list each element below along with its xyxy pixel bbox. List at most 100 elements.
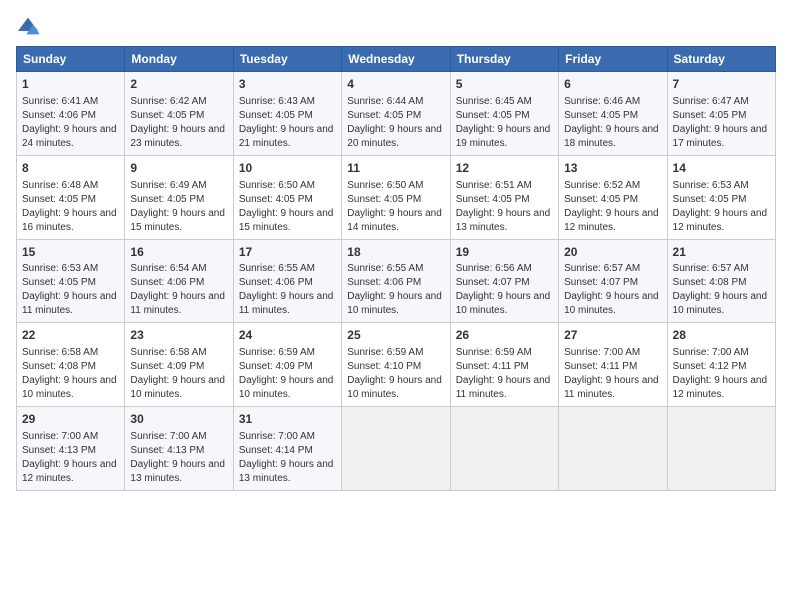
- calendar-cell: 20Sunrise: 6:57 AMSunset: 4:07 PMDayligh…: [559, 239, 667, 323]
- calendar-cell: [559, 407, 667, 491]
- day-detail: Sunrise: 7:00 AMSunset: 4:12 PMDaylight:…: [673, 347, 768, 400]
- day-detail: Sunrise: 6:56 AMSunset: 4:07 PMDaylight:…: [456, 263, 551, 316]
- calendar-cell: 24 Sunrise: 6:59 AMSunset: 4:09 PMDayligh…: [233, 323, 341, 407]
- day-number: 28: [673, 327, 770, 344]
- calendar-row-2: 8Sunrise: 6:48 AMSunset: 4:05 PMDaylight…: [17, 155, 776, 239]
- day-detail: Sunrise: 6:59 AMSunset: 4:10 PMDaylight:…: [347, 347, 442, 400]
- header-wednesday: Wednesday: [342, 47, 450, 72]
- calendar-cell: [342, 407, 450, 491]
- day-detail: Sunrise: 6:51 AMSunset: 4:05 PMDaylight:…: [456, 180, 551, 233]
- calendar-cell: 13 Sunrise: 6:52 AMSunset: 4:05 PMDayligh…: [559, 155, 667, 239]
- calendar-row-5: 29Sunrise: 7:00 AMSunset: 4:13 PMDayligh…: [17, 407, 776, 491]
- day-detail: Sunrise: 6:59 AMSunset: 4:09 PMDaylight:…: [239, 347, 334, 400]
- weekday-header-row: Sunday Monday Tuesday Wednesday Thursday…: [17, 47, 776, 72]
- day-number: 17: [239, 244, 336, 261]
- day-number: 24: [239, 327, 336, 344]
- day-detail: Sunrise: 6:58 AMSunset: 4:08 PMDaylight:…: [22, 347, 117, 400]
- day-detail: Sunrise: 6:47 AMSunset: 4:05 PMDaylight:…: [673, 96, 768, 149]
- calendar-cell: 3 Sunrise: 6:43 AMSunset: 4:05 PMDaylight…: [233, 72, 341, 156]
- calendar-cell: 23Sunrise: 6:58 AMSunset: 4:09 PMDayligh…: [125, 323, 233, 407]
- day-detail: Sunrise: 6:55 AMSunset: 4:06 PMDaylight:…: [347, 263, 442, 316]
- calendar-cell: 12 Sunrise: 6:51 AMSunset: 4:05 PMDayligh…: [450, 155, 558, 239]
- calendar-cell: 1Sunrise: 6:41 AMSunset: 4:06 PMDaylight…: [17, 72, 125, 156]
- day-detail: Sunrise: 6:49 AMSunset: 4:05 PMDaylight:…: [130, 180, 225, 233]
- calendar-cell: 6 Sunrise: 6:46 AMSunset: 4:05 PMDaylight…: [559, 72, 667, 156]
- header-monday: Monday: [125, 47, 233, 72]
- day-detail: Sunrise: 6:58 AMSunset: 4:09 PMDaylight:…: [130, 347, 225, 400]
- calendar-table: Sunday Monday Tuesday Wednesday Thursday…: [16, 46, 776, 491]
- day-number: 18: [347, 244, 444, 261]
- calendar-cell: 9 Sunrise: 6:49 AMSunset: 4:05 PMDaylight…: [125, 155, 233, 239]
- day-number: 22: [22, 327, 119, 344]
- day-detail: Sunrise: 6:50 AMSunset: 4:05 PMDaylight:…: [347, 180, 442, 233]
- calendar-cell: 11 Sunrise: 6:50 AMSunset: 4:05 PMDayligh…: [342, 155, 450, 239]
- day-number: 21: [673, 244, 770, 261]
- calendar-cell: [667, 407, 775, 491]
- day-number: 13: [564, 160, 661, 177]
- day-number: 31: [239, 411, 336, 428]
- day-detail: Sunrise: 6:57 AMSunset: 4:07 PMDaylight:…: [564, 263, 659, 316]
- day-detail: Sunrise: 6:59 AMSunset: 4:11 PMDaylight:…: [456, 347, 551, 400]
- day-number: 30: [130, 411, 227, 428]
- day-detail: Sunrise: 6:52 AMSunset: 4:05 PMDaylight:…: [564, 180, 659, 233]
- calendar-cell: 31Sunrise: 7:00 AMSunset: 4:14 PMDayligh…: [233, 407, 341, 491]
- calendar-cell: 5 Sunrise: 6:45 AMSunset: 4:05 PMDaylight…: [450, 72, 558, 156]
- day-number: 27: [564, 327, 661, 344]
- day-number: 15: [22, 244, 119, 261]
- day-number: 4: [347, 76, 444, 93]
- day-number: 8: [22, 160, 119, 177]
- logo-icon: [16, 16, 40, 36]
- calendar-cell: 7 Sunrise: 6:47 AMSunset: 4:05 PMDaylight…: [667, 72, 775, 156]
- day-number: 14: [673, 160, 770, 177]
- day-detail: Sunrise: 6:53 AMSunset: 4:05 PMDaylight:…: [673, 180, 768, 233]
- day-detail: Sunrise: 6:43 AMSunset: 4:05 PMDaylight:…: [239, 96, 334, 149]
- calendar-cell: 27 Sunrise: 7:00 AMSunset: 4:11 PMDayligh…: [559, 323, 667, 407]
- calendar-row-1: 1Sunrise: 6:41 AMSunset: 4:06 PMDaylight…: [17, 72, 776, 156]
- day-number: 11: [347, 160, 444, 177]
- day-detail: Sunrise: 6:46 AMSunset: 4:05 PMDaylight:…: [564, 96, 659, 149]
- day-detail: Sunrise: 6:50 AMSunset: 4:05 PMDaylight:…: [239, 180, 334, 233]
- calendar-cell: 21 Sunrise: 6:57 AMSunset: 4:08 PMDayligh…: [667, 239, 775, 323]
- day-detail: Sunrise: 7:00 AMSunset: 4:11 PMDaylight:…: [564, 347, 659, 400]
- day-detail: Sunrise: 7:00 AMSunset: 4:13 PMDaylight:…: [130, 431, 225, 484]
- day-detail: Sunrise: 6:54 AMSunset: 4:06 PMDaylight:…: [130, 263, 225, 316]
- header-sunday: Sunday: [17, 47, 125, 72]
- day-number: 25: [347, 327, 444, 344]
- day-number: 6: [564, 76, 661, 93]
- calendar-cell: 26 Sunrise: 6:59 AMSunset: 4:11 PMDayligh…: [450, 323, 558, 407]
- calendar-cell: 28 Sunrise: 7:00 AMSunset: 4:12 PMDayligh…: [667, 323, 775, 407]
- day-number: 7: [673, 76, 770, 93]
- header-thursday: Thursday: [450, 47, 558, 72]
- day-detail: Sunrise: 6:44 AMSunset: 4:05 PMDaylight:…: [347, 96, 442, 149]
- day-number: 5: [456, 76, 553, 93]
- calendar-cell: 25 Sunrise: 6:59 AMSunset: 4:10 PMDayligh…: [342, 323, 450, 407]
- calendar-cell: 10 Sunrise: 6:50 AMSunset: 4:05 PMDayligh…: [233, 155, 341, 239]
- header-saturday: Saturday: [667, 47, 775, 72]
- day-detail: Sunrise: 6:53 AMSunset: 4:05 PMDaylight:…: [22, 263, 117, 316]
- day-number: 2: [130, 76, 227, 93]
- calendar-cell: 16Sunrise: 6:54 AMSunset: 4:06 PMDayligh…: [125, 239, 233, 323]
- day-detail: Sunrise: 6:41 AMSunset: 4:06 PMDaylight:…: [22, 96, 117, 149]
- day-number: 3: [239, 76, 336, 93]
- calendar-cell: 14 Sunrise: 6:53 AMSunset: 4:05 PMDayligh…: [667, 155, 775, 239]
- calendar-row-3: 15 Sunrise: 6:53 AMSunset: 4:05 PMDayligh…: [17, 239, 776, 323]
- day-number: 9: [130, 160, 227, 177]
- day-detail: Sunrise: 6:57 AMSunset: 4:08 PMDaylight:…: [673, 263, 768, 316]
- day-number: 12: [456, 160, 553, 177]
- day-number: 19: [456, 244, 553, 261]
- day-detail: Sunrise: 6:45 AMSunset: 4:05 PMDaylight:…: [456, 96, 551, 149]
- day-number: 10: [239, 160, 336, 177]
- calendar-cell: 19 Sunrise: 6:56 AMSunset: 4:07 PMDayligh…: [450, 239, 558, 323]
- header-friday: Friday: [559, 47, 667, 72]
- calendar-cell: 29Sunrise: 7:00 AMSunset: 4:13 PMDayligh…: [17, 407, 125, 491]
- header-tuesday: Tuesday: [233, 47, 341, 72]
- calendar-cell: 17 Sunrise: 6:55 AMSunset: 4:06 PMDayligh…: [233, 239, 341, 323]
- calendar-cell: 18 Sunrise: 6:55 AMSunset: 4:06 PMDayligh…: [342, 239, 450, 323]
- logo: [16, 16, 44, 36]
- day-number: 26: [456, 327, 553, 344]
- day-detail: Sunrise: 6:55 AMSunset: 4:06 PMDaylight:…: [239, 263, 334, 316]
- day-detail: Sunrise: 7:00 AMSunset: 4:13 PMDaylight:…: [22, 431, 117, 484]
- main-container: Sunday Monday Tuesday Wednesday Thursday…: [0, 0, 792, 499]
- calendar-cell: [450, 407, 558, 491]
- calendar-cell: 2Sunrise: 6:42 AMSunset: 4:05 PMDaylight…: [125, 72, 233, 156]
